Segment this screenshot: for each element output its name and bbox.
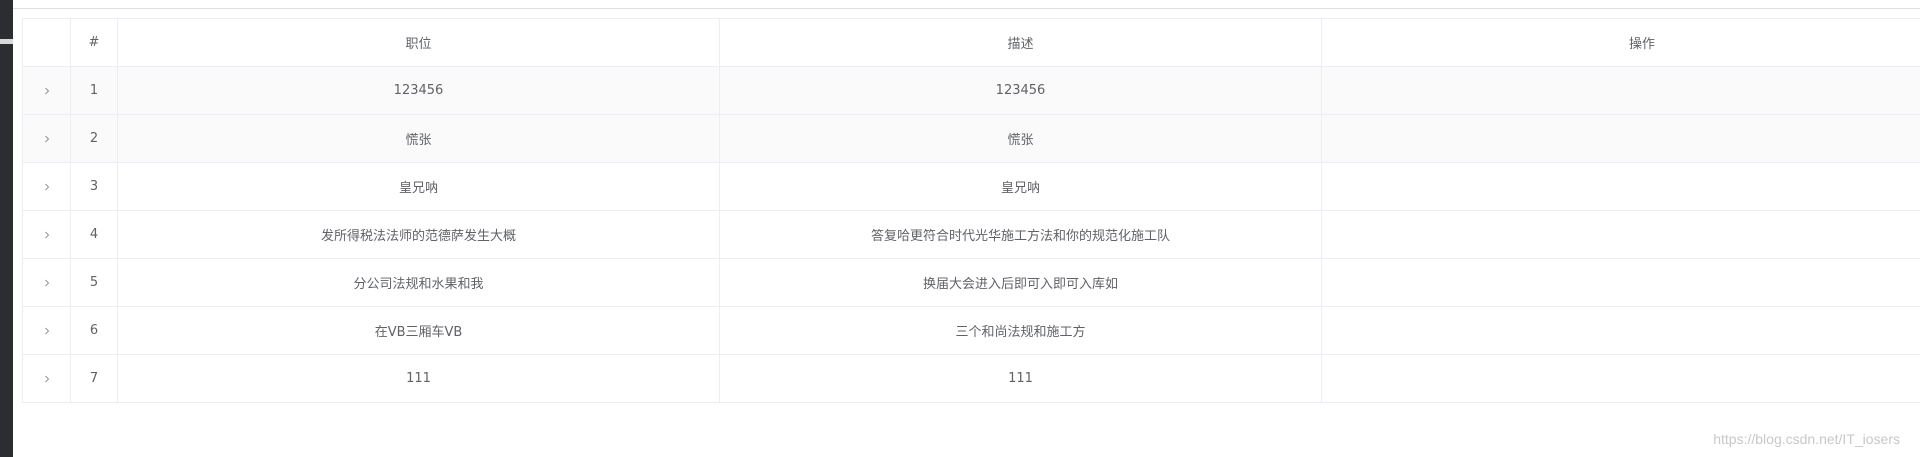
page-frame: # 职位 描述 操作 1 123456 123456 2 慌张 慌张 3 皇兄呐 皇兄呐 4 发所得…	[0, 0, 1920, 457]
position-table: # 职位 描述 操作 1 123456 123456 2 慌张 慌张 3 皇兄呐 皇兄呐 4 发所得…	[22, 18, 1920, 403]
row-expand-cell[interactable]	[22, 258, 71, 307]
row-description-cell: 慌张	[719, 114, 1322, 163]
row-description-cell: 111	[719, 354, 1322, 403]
row-expand-cell[interactable]	[22, 114, 71, 163]
row-index-cell: 3	[70, 162, 118, 211]
row-index-cell: 7	[70, 354, 118, 403]
row-description-cell: 换届大会进入后即可入即可入库如	[719, 258, 1322, 307]
row-expand-cell[interactable]	[22, 306, 71, 355]
row-description-cell: 三个和尚法规和施工方	[719, 306, 1322, 355]
row-position-cell: 慌张	[117, 114, 720, 163]
chevron-right-icon[interactable]	[43, 231, 51, 239]
row-index-cell: 2	[70, 114, 118, 163]
table-row[interactable]: 4 发所得税法法师的范德萨发生大概 答复哈更符合时代光华施工方法和你的规范化施工队	[22, 210, 1920, 259]
row-index-cell: 5	[70, 258, 118, 307]
header-position: 职位	[117, 18, 720, 67]
table-body: 1 123456 123456 2 慌张 慌张 3 皇兄呐 皇兄呐 4 发所得税法法师的范德萨发生大…	[22, 66, 1920, 403]
row-actions-cell	[1321, 114, 1920, 163]
header-index: #	[70, 18, 118, 67]
chevron-right-icon[interactable]	[43, 279, 51, 287]
chevron-right-icon[interactable]	[43, 87, 51, 95]
row-index-cell: 6	[70, 306, 118, 355]
watermark: https://blog.csdn.net/IT_iosers	[1713, 431, 1900, 447]
chevron-right-icon[interactable]	[43, 327, 51, 335]
row-actions-cell	[1321, 306, 1920, 355]
row-position-cell: 111	[117, 354, 720, 403]
chevron-right-icon[interactable]	[43, 183, 51, 191]
header-expand	[22, 18, 71, 67]
row-description-cell: 皇兄呐	[719, 162, 1322, 211]
row-position-cell: 分公司法规和水果和我	[117, 258, 720, 307]
row-expand-cell[interactable]	[22, 66, 71, 115]
row-position-cell: 123456	[117, 66, 720, 115]
table-row[interactable]: 2 慌张 慌张	[22, 114, 1920, 163]
top-divider	[13, 8, 1920, 9]
chevron-right-icon[interactable]	[43, 375, 51, 383]
row-actions-cell	[1321, 162, 1920, 211]
table-header-row: # 职位 描述 操作	[22, 18, 1920, 67]
table-row[interactable]: 1 123456 123456	[22, 66, 1920, 115]
table-row[interactable]: 5 分公司法规和水果和我 换届大会进入后即可入即可入库如	[22, 258, 1920, 307]
table-row[interactable]: 6 在VB三厢车VB 三个和尚法规和施工方	[22, 306, 1920, 355]
row-position-cell: 皇兄呐	[117, 162, 720, 211]
row-description-cell: 123456	[719, 66, 1322, 115]
row-index-cell: 4	[70, 210, 118, 259]
row-position-cell: 在VB三厢车VB	[117, 306, 720, 355]
header-actions: 操作	[1321, 18, 1920, 67]
header-description: 描述	[719, 18, 1322, 67]
chevron-right-icon[interactable]	[43, 135, 51, 143]
edge-notch	[0, 39, 13, 44]
table-row[interactable]: 7 111 111	[22, 354, 1920, 403]
position-table-wrapper: # 职位 描述 操作 1 123456 123456 2 慌张 慌张 3 皇兄呐 皇兄呐 4 发所得…	[22, 18, 1920, 403]
row-actions-cell	[1321, 354, 1920, 403]
row-actions-cell	[1321, 210, 1920, 259]
row-actions-cell	[1321, 258, 1920, 307]
row-expand-cell[interactable]	[22, 162, 71, 211]
row-position-cell: 发所得税法法师的范德萨发生大概	[117, 210, 720, 259]
row-expand-cell[interactable]	[22, 210, 71, 259]
row-actions-cell	[1321, 66, 1920, 115]
row-description-cell: 答复哈更符合时代光华施工方法和你的规范化施工队	[719, 210, 1322, 259]
row-expand-cell[interactable]	[22, 354, 71, 403]
row-index-cell: 1	[70, 66, 118, 115]
table-row[interactable]: 3 皇兄呐 皇兄呐	[22, 162, 1920, 211]
left-window-edge	[0, 0, 13, 457]
